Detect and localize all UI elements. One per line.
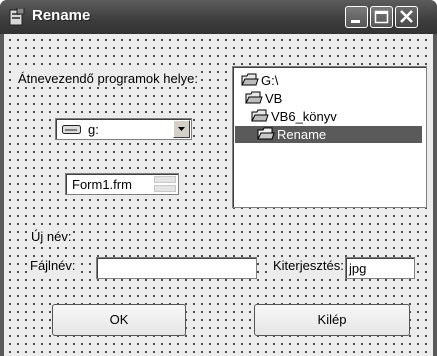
tree-item-vb[interactable]: VB xyxy=(245,90,395,107)
title-bar[interactable]: Rename xyxy=(0,0,437,34)
minimize-icon xyxy=(351,20,360,23)
tree-item-label: VB xyxy=(265,91,283,106)
ok-button[interactable]: OK xyxy=(52,304,186,336)
drive-combo[interactable]: g: xyxy=(55,118,192,140)
extension-value: jpg xyxy=(349,261,367,276)
close-icon xyxy=(400,10,413,23)
open-folder-icon xyxy=(245,91,263,104)
rename-window: Rename Átnevezendő programok helye: g: F… xyxy=(0,0,437,356)
spin-arrows[interactable] xyxy=(154,176,176,192)
close-button[interactable] xyxy=(395,6,418,28)
maximize-button[interactable] xyxy=(370,6,393,28)
tree-item-g[interactable]: G:\ xyxy=(241,72,391,89)
drive-combo-value: g: xyxy=(88,122,99,137)
programs-location-label: Átnevezendő programok helye: xyxy=(17,71,199,86)
tree-item-label: G:\ xyxy=(261,73,279,88)
file-spin-field[interactable]: Form1.frm xyxy=(65,173,179,195)
extension-input[interactable]: jpg xyxy=(345,257,415,279)
file-spin-value: Form1.frm xyxy=(72,177,132,192)
form-client-area: Átnevezendő programok helye: g: Form1.fr… xyxy=(4,34,433,356)
filename-label: Fájlnév: xyxy=(29,258,77,273)
chevron-down-icon xyxy=(178,127,185,131)
folder-icon xyxy=(257,127,275,140)
tree-item-label: VB6_könyv xyxy=(271,109,337,124)
combo-dropdown-button[interactable] xyxy=(173,120,190,138)
tree-item-rename[interactable]: Rename xyxy=(235,126,422,143)
open-folder-icon xyxy=(241,73,259,86)
extension-label: Kiterjesztés: xyxy=(272,258,345,273)
tree-item-label: Rename xyxy=(277,127,327,142)
window-title: Rename xyxy=(32,7,91,24)
folder-tree[interactable]: G:\ VB VB6_könyv Rename xyxy=(232,66,427,208)
open-folder-icon xyxy=(251,109,269,122)
drive-icon xyxy=(62,125,81,134)
tree-item-vb6-konyv[interactable]: VB6_könyv xyxy=(251,108,401,125)
maximize-icon xyxy=(374,10,389,24)
exit-button[interactable]: Kilép xyxy=(254,304,410,336)
new-name-label: Új név: xyxy=(30,229,73,244)
filename-input[interactable] xyxy=(96,257,257,279)
minimize-button[interactable] xyxy=(345,6,368,28)
app-icon xyxy=(9,8,25,26)
